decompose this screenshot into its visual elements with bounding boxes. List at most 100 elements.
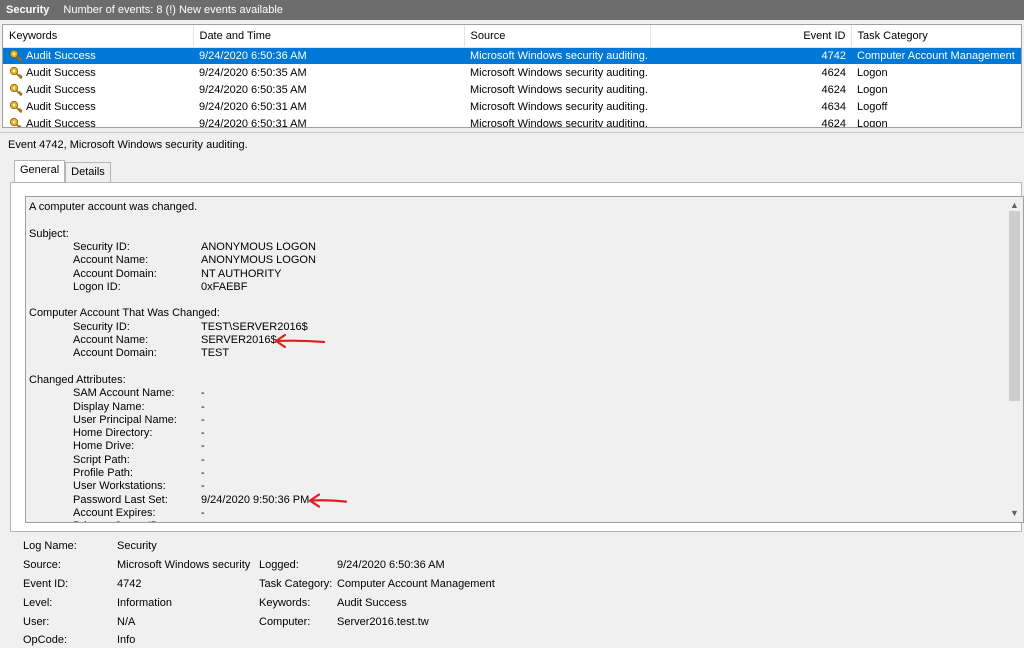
- event-detail-title: Event 4742, Microsoft Windows security a…: [8, 139, 248, 151]
- keyword-label: Audit Success: [26, 66, 96, 79]
- scrollbar-thumb[interactable]: [1009, 211, 1020, 401]
- prop-value-level: Information: [117, 597, 173, 609]
- field-value: -: [201, 506, 205, 519]
- scroll-up-icon[interactable]: ▲: [1010, 201, 1019, 210]
- column-header-keywords[interactable]: Keywords: [3, 25, 194, 48]
- computer-account-field: Account Name: SERVER2016$: [29, 334, 529, 347]
- prop-value-source: Microsoft Windows security: [117, 559, 251, 571]
- table-row[interactable]: Audit Success 9/24/2020 6:50:35 AM Microso…: [3, 64, 1021, 81]
- computer-account-field: Security ID: TEST\SERVER2016$: [29, 321, 529, 334]
- changed-attribute-field: Home Drive: -: [29, 440, 529, 453]
- scroll-down-icon[interactable]: ▼: [1010, 509, 1019, 518]
- events-grid[interactable]: Keywords Date and Time Source Event ID T…: [2, 24, 1022, 128]
- event-message-box[interactable]: A computer account was changed. Subject: S…: [25, 196, 1024, 523]
- prop-label-user: User:: [23, 616, 50, 628]
- task-category-cell: Logon: [857, 83, 888, 96]
- prop-label-opcode: OpCode:: [23, 634, 68, 646]
- column-header-date-time[interactable]: Date and Time: [193, 25, 465, 48]
- prop-label-level: Level:: [23, 597, 53, 609]
- event-count-status[interactable]: Number of events: 8 (!) New events avail…: [63, 4, 283, 16]
- keyword-label: Audit Success: [26, 100, 96, 113]
- changed-attribute-field: Account Expires: -: [29, 507, 529, 520]
- table-row[interactable]: Audit Success 9/24/2020 6:50:31 AM Microso…: [3, 115, 1021, 128]
- event-id-cell: 4634: [821, 100, 846, 113]
- field-value: -: [201, 467, 205, 479]
- field-label: Logon ID:: [73, 280, 121, 293]
- field-label: User Principal Name:: [73, 413, 177, 426]
- key-icon: [9, 49, 23, 62]
- field-value: NT AUTHORITY: [201, 267, 282, 280]
- message-intro: A computer account was changed.: [29, 201, 198, 213]
- field-label: Display Name:: [73, 400, 145, 413]
- changed-attribute-field: Primary Group ID:: [29, 520, 529, 522]
- subject-field: Security ID: ANONYMOUS LOGON: [29, 241, 529, 254]
- field-label: Account Domain:: [73, 347, 157, 360]
- field-label: Password Last Set:: [73, 493, 168, 506]
- task-category-cell: Logoff: [857, 100, 888, 113]
- pane-splitter[interactable]: [0, 132, 1024, 133]
- datetime-cell: 9/24/2020 6:50:36 AM: [193, 47, 464, 64]
- field-value: -: [201, 413, 205, 426]
- field-value: -: [201, 453, 205, 466]
- keyword-label: Audit Success: [26, 83, 96, 96]
- datetime-cell: 9/24/2020 6:50:31 AM: [199, 117, 307, 128]
- log-titlebar: Security Number of events: 8 (!) New eve…: [0, 0, 1024, 20]
- changed-attribute-field: User Workstations: -: [29, 480, 529, 493]
- event-id-cell: 4742: [650, 47, 851, 64]
- event-properties: Log Name: Security Source: Microsoft Window…: [0, 536, 1024, 648]
- column-header-event-id[interactable]: Event ID: [650, 25, 852, 48]
- field-label: Account Domain:: [73, 267, 157, 280]
- detail-tabs: General Details: [14, 160, 111, 182]
- prop-value-keywords: Audit Success: [337, 597, 407, 609]
- changed-attributes-header: Changed Attributes:: [29, 373, 126, 386]
- changed-attribute-field: SAM Account Name: -: [29, 387, 529, 400]
- keyword-cell: Audit Success: [3, 64, 193, 81]
- subject-field: Account Name: ANONYMOUS LOGON: [29, 254, 529, 267]
- field-value: ANONYMOUS LOGON: [201, 254, 316, 267]
- task-category-cell: Logon: [857, 117, 888, 128]
- field-value: -: [201, 480, 205, 493]
- field-label: Account Expires:: [73, 506, 156, 519]
- subject-field: Logon ID: 0xFAEBF: [29, 281, 529, 294]
- datetime-cell: 9/24/2020 6:50:35 AM: [199, 83, 307, 96]
- source-cell: Microsoft Windows security auditing.: [470, 117, 648, 128]
- keyword-cell: Audit Success: [3, 81, 193, 98]
- field-value: 0xFAEBF: [201, 280, 248, 293]
- tab-general[interactable]: General: [14, 160, 66, 182]
- grid-header: Keywords Date and Time Source Event ID T…: [3, 25, 1021, 48]
- field-value: 9/24/2020 9:50:36 PM: [201, 493, 310, 506]
- column-header-task-category[interactable]: Task Category: [851, 25, 1021, 48]
- field-label: Security ID:: [73, 240, 130, 253]
- changed-attribute-field: User Principal Name: -: [29, 414, 529, 427]
- prop-label-log-name: Log Name:: [23, 540, 77, 552]
- subject-field: Account Domain: NT AUTHORITY: [29, 268, 529, 281]
- keyword-cell: Audit Success: [3, 47, 193, 64]
- key-icon: [9, 83, 23, 96]
- column-header-source[interactable]: Source: [464, 25, 651, 48]
- message-scrollbar[interactable]: ▲ ▼: [1006, 197, 1023, 522]
- changed-attribute-field: Profile Path: -: [29, 467, 529, 480]
- field-value: -: [201, 387, 205, 400]
- changed-attribute-field: Display Name: -: [29, 401, 529, 414]
- prop-value-opcode: Info: [117, 634, 136, 646]
- tab-details[interactable]: Details: [65, 162, 111, 182]
- table-row[interactable]: Audit Success 9/24/2020 6:50:36 AM Microso…: [3, 47, 1021, 64]
- field-label: Account Name:: [73, 334, 149, 346]
- event-id-cell: 4624: [821, 117, 846, 128]
- source-cell: Microsoft Windows security auditing.: [464, 47, 650, 64]
- keyword-label: Audit Success: [26, 49, 96, 62]
- table-row[interactable]: Audit Success 9/24/2020 6:50:35 AM Microso…: [3, 81, 1021, 98]
- table-row[interactable]: Audit Success 9/24/2020 6:50:31 AM Microso…: [3, 98, 1021, 115]
- keyword-label: Audit Success: [26, 117, 96, 128]
- computer-account-field: Account Domain: TEST: [29, 347, 529, 360]
- field-label: Account Name:: [73, 254, 149, 267]
- keyword-cell: Audit Success: [3, 115, 193, 128]
- prop-value-log-name: Security: [117, 540, 157, 552]
- field-label: Primary Group ID:: [73, 520, 162, 522]
- prop-label-logged: Logged:: [259, 559, 299, 571]
- field-label: Home Drive:: [73, 440, 135, 453]
- keyword-cell: Audit Success: [3, 98, 193, 115]
- prop-label-keywords: Keywords:: [259, 597, 311, 609]
- source-cell: Microsoft Windows security auditing.: [470, 100, 648, 113]
- prop-label-event-id: Event ID:: [23, 578, 69, 590]
